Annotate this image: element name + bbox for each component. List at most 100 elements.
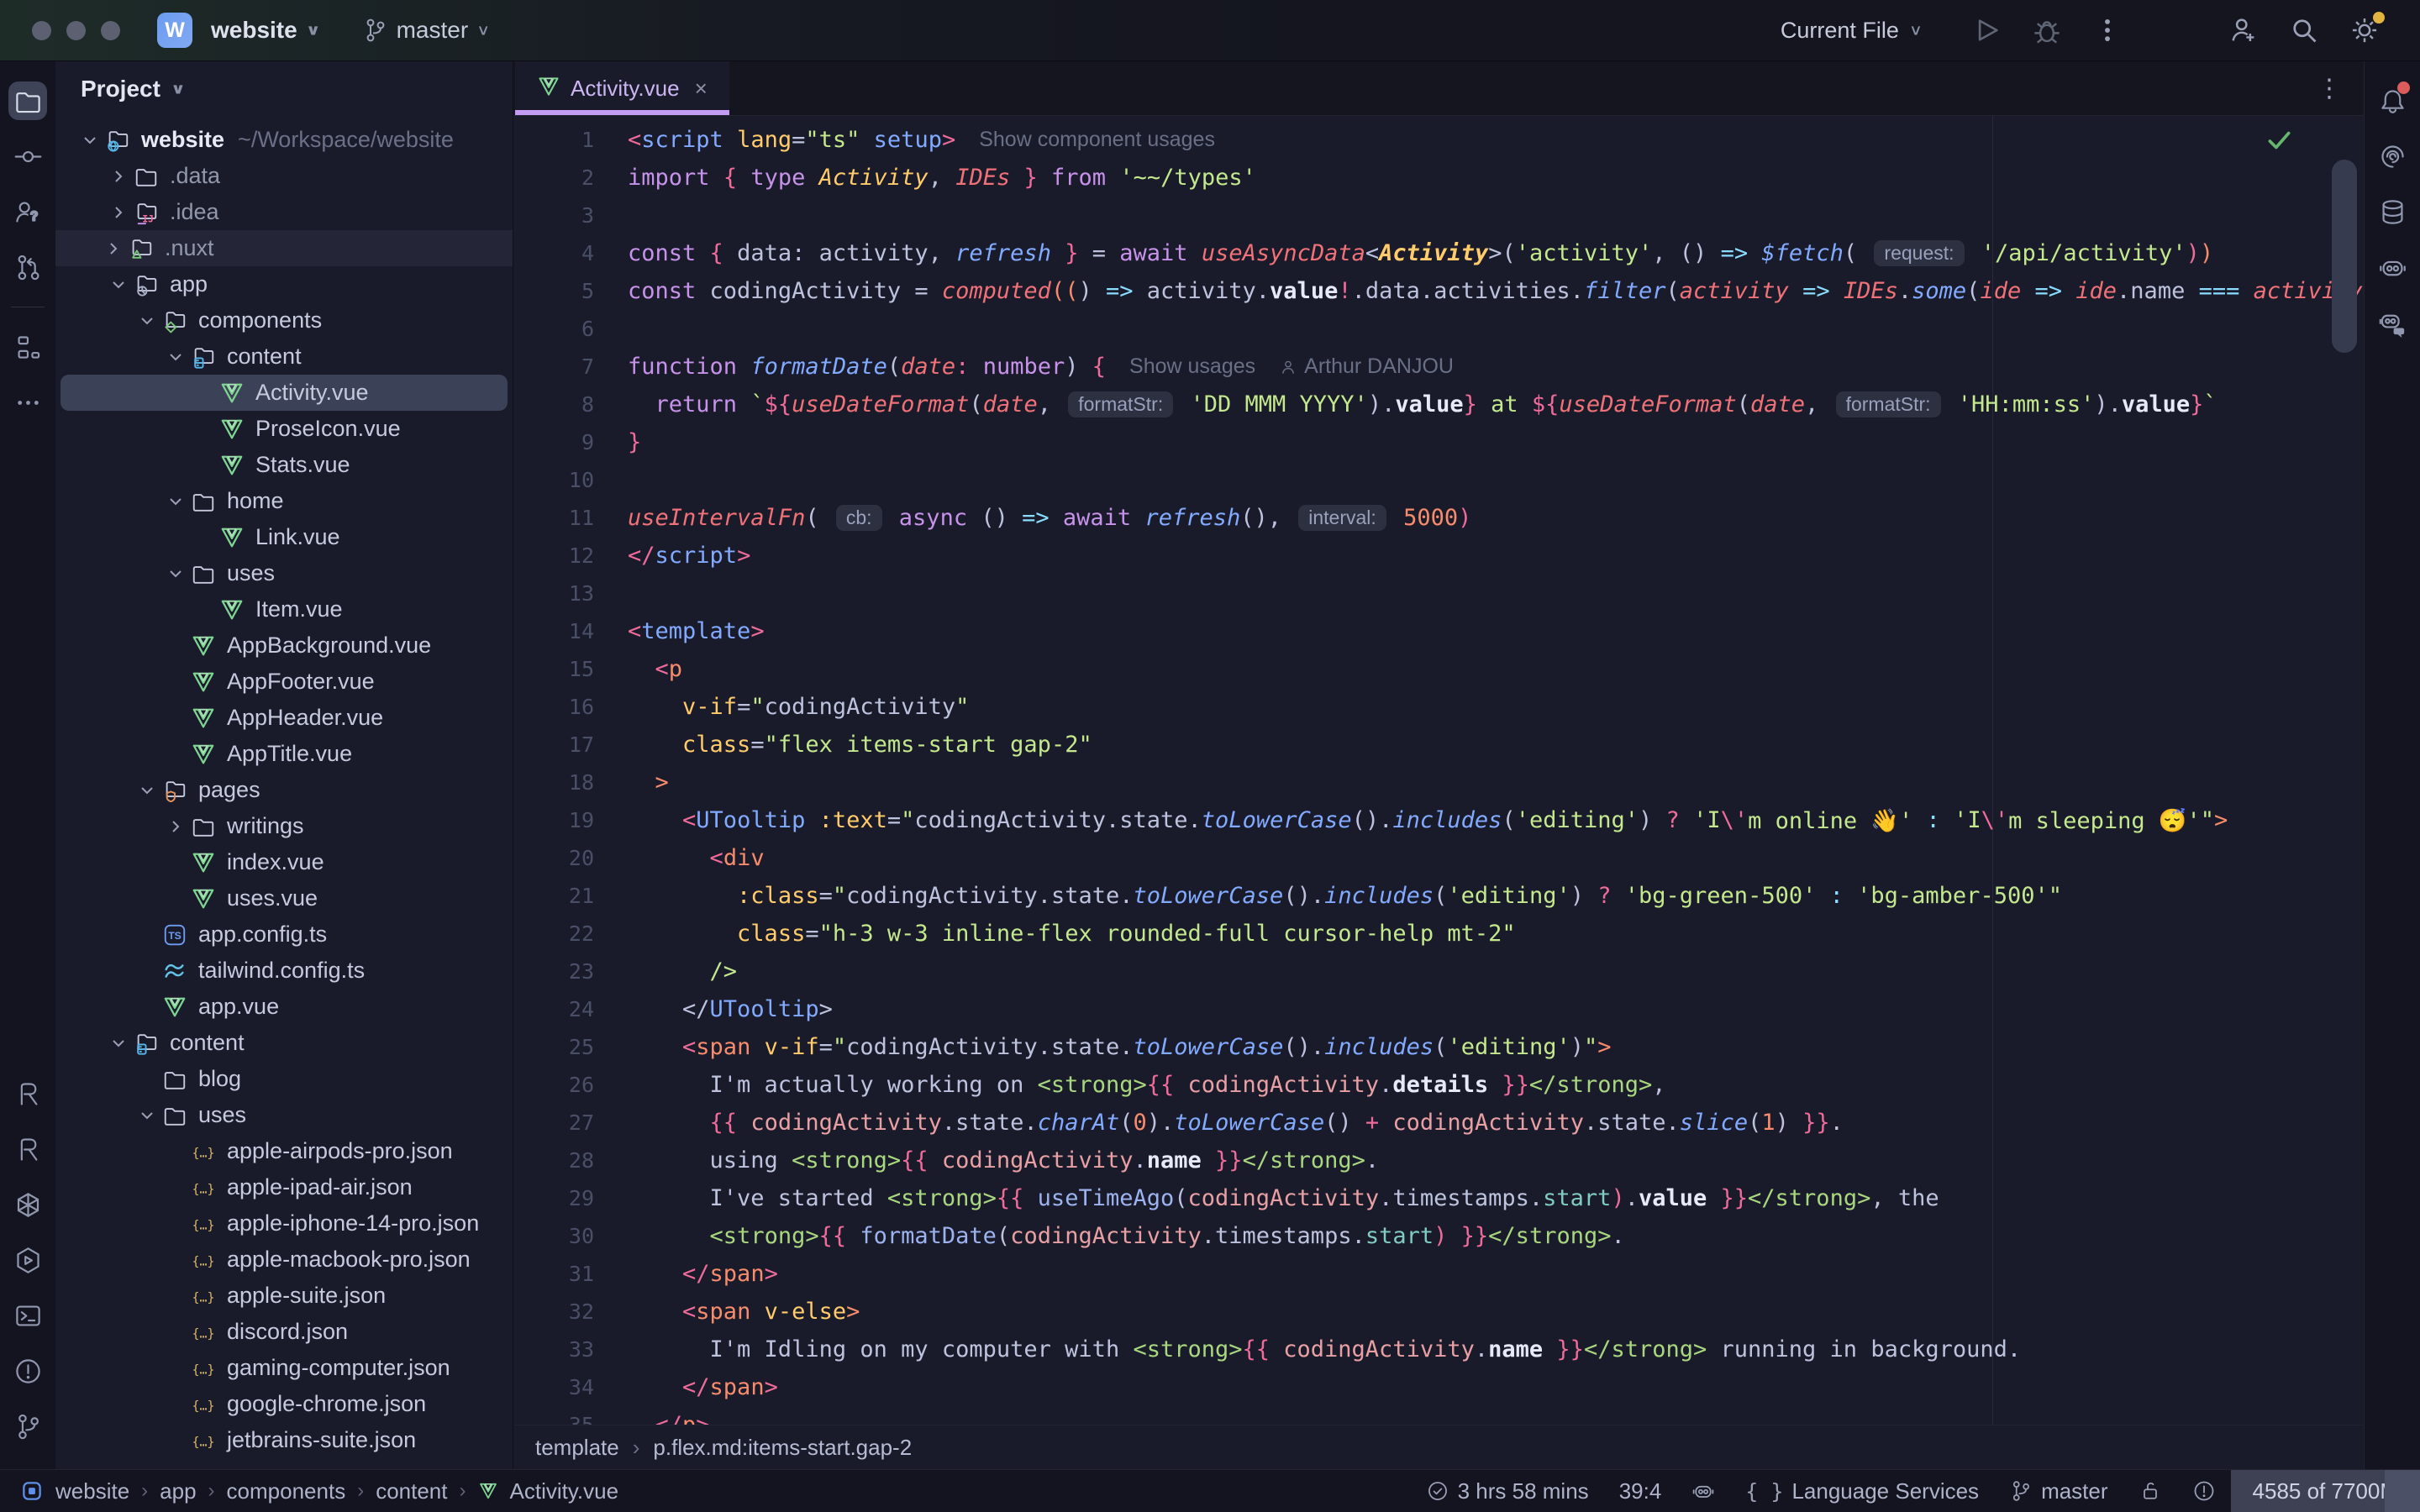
minimize-window-button[interactable] [66, 21, 86, 40]
code-vision-hint[interactable]: Show component usages [979, 128, 1215, 152]
code-line-11[interactable]: 11useIntervalFn( cb: async () => await r… [513, 499, 2364, 537]
chevron-down-icon[interactable] [104, 276, 133, 294]
code-line-32[interactable]: 32 <span v-else> [513, 1293, 2364, 1331]
inspections-ok-icon[interactable] [2265, 126, 2293, 158]
tree-item-.nuxt[interactable]: .nuxt [55, 230, 513, 266]
code-line-28[interactable]: 28 using <strong>{{ codingActivity.name … [513, 1142, 2364, 1179]
tree-item-components[interactable]: components [60, 302, 508, 339]
tree-item-appfooter.vue[interactable]: AppFooter.vue [60, 664, 508, 700]
assistant-robot-icon[interactable] [2373, 248, 2412, 286]
tree-item-blog[interactable]: blog [60, 1061, 508, 1097]
chevron-down-icon[interactable] [76, 131, 104, 150]
chevron-down-icon[interactable] [161, 348, 190, 366]
tree-item-home[interactable]: home [60, 483, 508, 519]
code-line-24[interactable]: 24 </UTooltip> [513, 990, 2364, 1028]
code-line-25[interactable]: 25 <span v-if="codingActivity.state.toLo… [513, 1028, 2364, 1066]
debug-button[interactable] [2030, 13, 2064, 47]
code-line-3[interactable]: 3 [513, 197, 2364, 234]
support-tool-icon[interactable]: ? [8, 192, 47, 231]
code-line-21[interactable]: 21 :class="codingActivity.state.toLowerC… [513, 877, 2364, 915]
code-line-26[interactable]: 26 I'm actually working on <strong>{{ co… [513, 1066, 2364, 1104]
code-vision-hint[interactable]: Show usages [1129, 354, 1255, 379]
window-controls[interactable] [32, 21, 120, 40]
code-line-35[interactable]: 35 </p> [513, 1406, 2364, 1425]
code-editor[interactable]: 1<script lang="ts" setup>Show component … [513, 116, 2364, 1425]
code-line-8[interactable]: 8 return `${useDateFormat(date, formatSt… [513, 386, 2364, 423]
tree-item-apple-macbook-pro.json[interactable]: {…}apple-macbook-pro.json [60, 1242, 508, 1278]
tree-item-tailwind.config.ts[interactable]: tailwind.config.ts [60, 953, 508, 989]
run-button[interactable] [1970, 13, 2003, 47]
code-line-18[interactable]: 18 > [513, 764, 2364, 801]
tree-item-content[interactable]: content [60, 1025, 508, 1061]
chevron-down-icon[interactable] [161, 564, 190, 583]
tree-item-app[interactable]: app [60, 266, 508, 302]
wakatime-status[interactable]: 3 hrs 58 mins [1426, 1478, 1589, 1504]
settings-button[interactable] [2348, 13, 2381, 47]
code-line-10[interactable]: 10 [513, 461, 2364, 499]
tree-item-apptitle.vue[interactable]: AppTitle.vue [60, 736, 508, 772]
code-line-33[interactable]: 33 I'm Idling on my computer with <stron… [513, 1331, 2364, 1368]
tree-item-apple-ipad-air.json[interactable]: {…}apple-ipad-air.json [60, 1169, 508, 1205]
tree-item-gaming-computer.json[interactable]: {…}gaming-computer.json [60, 1350, 508, 1386]
tree-item-index.vue[interactable]: index.vue [60, 844, 508, 880]
copilot-status[interactable] [1691, 1479, 1715, 1503]
notifications-icon[interactable] [2373, 81, 2412, 120]
pull-requests-tool-icon[interactable] [8, 248, 47, 286]
status-crumb-content[interactable]: content [376, 1478, 447, 1504]
tree-item-item.vue[interactable]: Item.vue [60, 591, 508, 627]
code-line-9[interactable]: 9} [513, 423, 2364, 461]
project-selector[interactable]: website ∨ [211, 17, 321, 44]
tree-item-writings[interactable]: writings [60, 808, 508, 844]
code-line-15[interactable]: 15 <p [513, 650, 2364, 688]
maximize-window-button[interactable] [101, 21, 120, 40]
chevron-right-icon[interactable] [104, 203, 133, 222]
code-line-12[interactable]: 12</script> [513, 537, 2364, 575]
lock-indicator[interactable] [2139, 1479, 2162, 1503]
tree-item-uses[interactable]: uses [60, 1097, 508, 1133]
chevron-right-icon[interactable] [104, 167, 133, 186]
editor-scrollbar[interactable] [2332, 160, 2357, 353]
code-with-me-button[interactable] [2227, 13, 2260, 47]
code-line-27[interactable]: 27 {{ codingActivity.state.charAt(0).toL… [513, 1104, 2364, 1142]
assistant-chat-icon[interactable] [2373, 303, 2412, 342]
git-tool-icon[interactable] [8, 1407, 47, 1446]
chevron-down-icon[interactable] [104, 1034, 133, 1053]
tree-item-activity.vue[interactable]: Activity.vue [60, 375, 508, 411]
code-line-22[interactable]: 22 class="h-3 w-3 inline-flex rounded-fu… [513, 915, 2364, 953]
chevron-down-icon[interactable] [133, 781, 161, 800]
memory-indicator[interactable]: 4585 of 7700M [2231, 1470, 2420, 1512]
code-line-34[interactable]: 34 </span> [513, 1368, 2364, 1406]
tree-item-link.vue[interactable]: Link.vue [60, 519, 508, 555]
branch-selector[interactable]: master ∨ [361, 13, 491, 47]
chevron-down-icon[interactable] [161, 492, 190, 511]
inspections-widget[interactable] [2192, 1479, 2216, 1503]
graphql-tool-icon[interactable] [8, 1185, 47, 1224]
project-panel-header[interactable]: Project ∨ [55, 61, 513, 117]
tree-item-appbackground.vue[interactable]: AppBackground.vue [60, 627, 508, 664]
status-crumb-website[interactable]: website [55, 1478, 129, 1504]
code-line-6[interactable]: 6 [513, 310, 2364, 348]
code-line-2[interactable]: 2import { type Activity, IDEs } from '~~… [513, 159, 2364, 197]
status-crumb-activityvue[interactable]: Activity.vue [510, 1478, 619, 1504]
plugin-r-top-icon[interactable] [8, 1074, 47, 1113]
problems-tool-icon[interactable] [8, 1352, 47, 1390]
code-line-13[interactable]: 13 [513, 575, 2364, 612]
code-line-16[interactable]: 16 v-if="codingActivity" [513, 688, 2364, 726]
tree-item-pages[interactable]: pages [60, 772, 508, 808]
ai-assistant-icon[interactable] [2373, 137, 2412, 176]
tree-item-jetbrains-suite.json[interactable]: {…}jetbrains-suite.json [60, 1422, 508, 1458]
tree-item-.data[interactable]: .data [60, 158, 508, 194]
commit-tool-icon[interactable] [8, 137, 47, 176]
tree-item-apple-iphone-14-pro.json[interactable]: {…}apple-iphone-14-pro.json [60, 1205, 508, 1242]
code-line-20[interactable]: 20 <div [513, 839, 2364, 877]
code-line-30[interactable]: 30 <strong>{{ formatDate(codingActivity.… [513, 1217, 2364, 1255]
code-line-14[interactable]: 14<template> [513, 612, 2364, 650]
git-branch[interactable]: master [2009, 1478, 2107, 1504]
tree-item-content[interactable]: content [60, 339, 508, 375]
code-line-7[interactable]: 7function formatDate(date: number) {Show… [513, 348, 2364, 386]
tab-close-icon[interactable]: × [695, 76, 708, 102]
chevron-right-icon[interactable] [161, 817, 190, 836]
tab-activity-vue[interactable]: Activity.vue × [515, 61, 729, 115]
breadcrumb-template[interactable]: template [535, 1435, 619, 1461]
code-line-23[interactable]: 23 /> [513, 953, 2364, 990]
